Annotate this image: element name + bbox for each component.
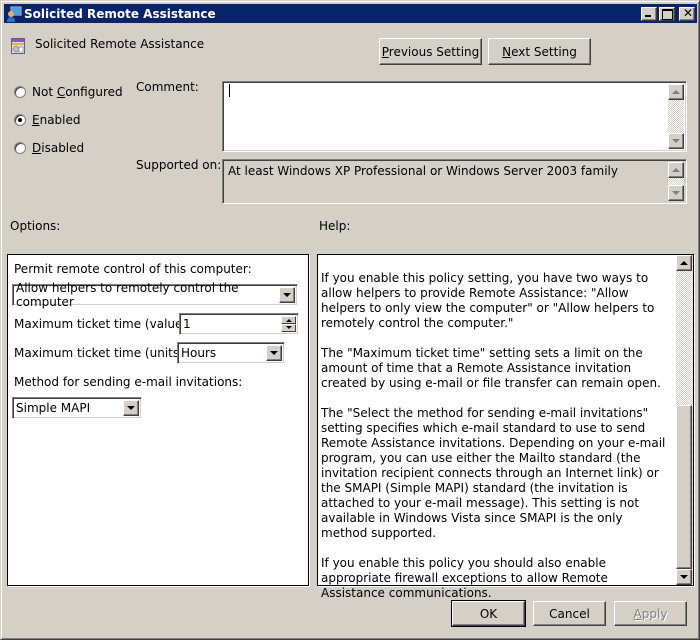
supported-on-field: At least Windows XP Professional or Wind… bbox=[222, 159, 687, 204]
next-setting-button[interactable]: Next Setting bbox=[488, 38, 591, 65]
help-paragraph: The "Select the method for sending e-mai… bbox=[321, 406, 666, 540]
help-paragraph: If you enable this policy you should als… bbox=[321, 556, 608, 600]
radio-circle[interactable] bbox=[14, 114, 26, 126]
supported-on-label: Supported on: bbox=[136, 158, 222, 172]
scroll-down-button[interactable] bbox=[668, 133, 684, 149]
radio-circle[interactable] bbox=[14, 142, 26, 154]
spin-down-button[interactable] bbox=[281, 324, 296, 332]
dropdown-arrow-icon[interactable] bbox=[123, 400, 139, 416]
radio-label: Disabled bbox=[32, 141, 85, 155]
next-setting-label: Next Setting bbox=[502, 44, 577, 59]
ticket-time-value-label: Maximum ticket time (value): bbox=[14, 317, 192, 331]
dropdown-arrow-icon[interactable] bbox=[279, 287, 295, 303]
text-caret bbox=[229, 84, 230, 97]
cancel-button[interactable]: Cancel bbox=[533, 601, 606, 626]
options-heading: Options: bbox=[10, 219, 61, 233]
close-button[interactable]: ✕ bbox=[679, 5, 695, 21]
previous-setting-button[interactable]: Previous Setting bbox=[379, 38, 482, 65]
apply-button[interactable]: Apply bbox=[614, 601, 687, 626]
policy-name: Solicited Remote Assistance bbox=[35, 37, 205, 51]
help-paragraph: The "Maximum ticket time" setting sets a… bbox=[321, 346, 661, 390]
window-title: Solicited Remote Assistance bbox=[24, 6, 216, 21]
comment-label: Comment: bbox=[136, 80, 199, 94]
ok-button[interactable]: OK bbox=[451, 600, 526, 627]
ticket-time-value: 1 bbox=[183, 317, 191, 331]
scroll-thumb[interactable] bbox=[676, 405, 692, 569]
minimize-button[interactable] bbox=[641, 6, 657, 21]
maximize-button[interactable] bbox=[659, 6, 675, 21]
scroll-down-button[interactable] bbox=[676, 569, 692, 585]
scroll-up-button[interactable] bbox=[676, 255, 692, 271]
help-scrollbar[interactable] bbox=[676, 255, 693, 585]
permit-remote-control-label: Permit remote control of this computer: bbox=[14, 262, 252, 276]
ticket-time-units-label: Maximum ticket time (units): bbox=[14, 346, 188, 360]
comment-textarea[interactable] bbox=[222, 81, 687, 152]
scroll-down-button[interactable] bbox=[668, 185, 684, 201]
previous-setting-label: Previous Setting bbox=[381, 44, 480, 59]
spin-up-button[interactable] bbox=[281, 316, 296, 324]
title-bar[interactable]: Solicited Remote Assistance ✕ bbox=[4, 4, 697, 23]
policy-setting-icon bbox=[11, 38, 25, 54]
email-method-label: Method for sending e-mail invitations: bbox=[14, 375, 243, 389]
email-method-value: Simple MAPI bbox=[16, 401, 91, 415]
radio-circle[interactable] bbox=[14, 86, 26, 98]
radio-enabled[interactable]: Enabled bbox=[14, 113, 81, 127]
supported-scrollbar[interactable] bbox=[668, 162, 684, 201]
scroll-up-button[interactable] bbox=[668, 84, 684, 100]
ticket-time-value-spinner[interactable]: 1 bbox=[179, 313, 299, 335]
radio-disabled[interactable]: Disabled bbox=[14, 141, 84, 155]
ticket-time-units-select[interactable]: Hours bbox=[177, 342, 285, 364]
scroll-up-button[interactable] bbox=[668, 162, 684, 178]
radio-label: Enabled bbox=[32, 113, 81, 127]
permit-remote-control-select[interactable]: Allow helpers to remotely control the co… bbox=[12, 281, 298, 309]
help-paragraph: If you enable this policy setting, you h… bbox=[321, 271, 655, 330]
permit-remote-control-value: Allow helpers to remotely control the co… bbox=[16, 281, 239, 309]
email-method-select[interactable]: Simple MAPI bbox=[12, 397, 142, 419]
policy-dialog: Solicited Remote Assistance ✕ Solicited … bbox=[0, 0, 700, 640]
supported-on-value: At least Windows XP Professional or Wind… bbox=[228, 164, 618, 178]
dropdown-arrow-icon[interactable] bbox=[266, 345, 282, 361]
close-icon: ✕ bbox=[683, 5, 694, 20]
radio-not-configured[interactable]: Not Configured bbox=[14, 85, 123, 99]
remote-assistance-icon bbox=[6, 6, 22, 22]
apply-label: Apply bbox=[633, 606, 668, 621]
ticket-time-units-value: Hours bbox=[181, 346, 217, 360]
help-heading: Help: bbox=[319, 219, 351, 233]
radio-label: Not Configured bbox=[32, 85, 123, 99]
comment-scrollbar[interactable] bbox=[668, 84, 684, 149]
help-text: If you enable this policy setting, you h… bbox=[321, 271, 671, 616]
